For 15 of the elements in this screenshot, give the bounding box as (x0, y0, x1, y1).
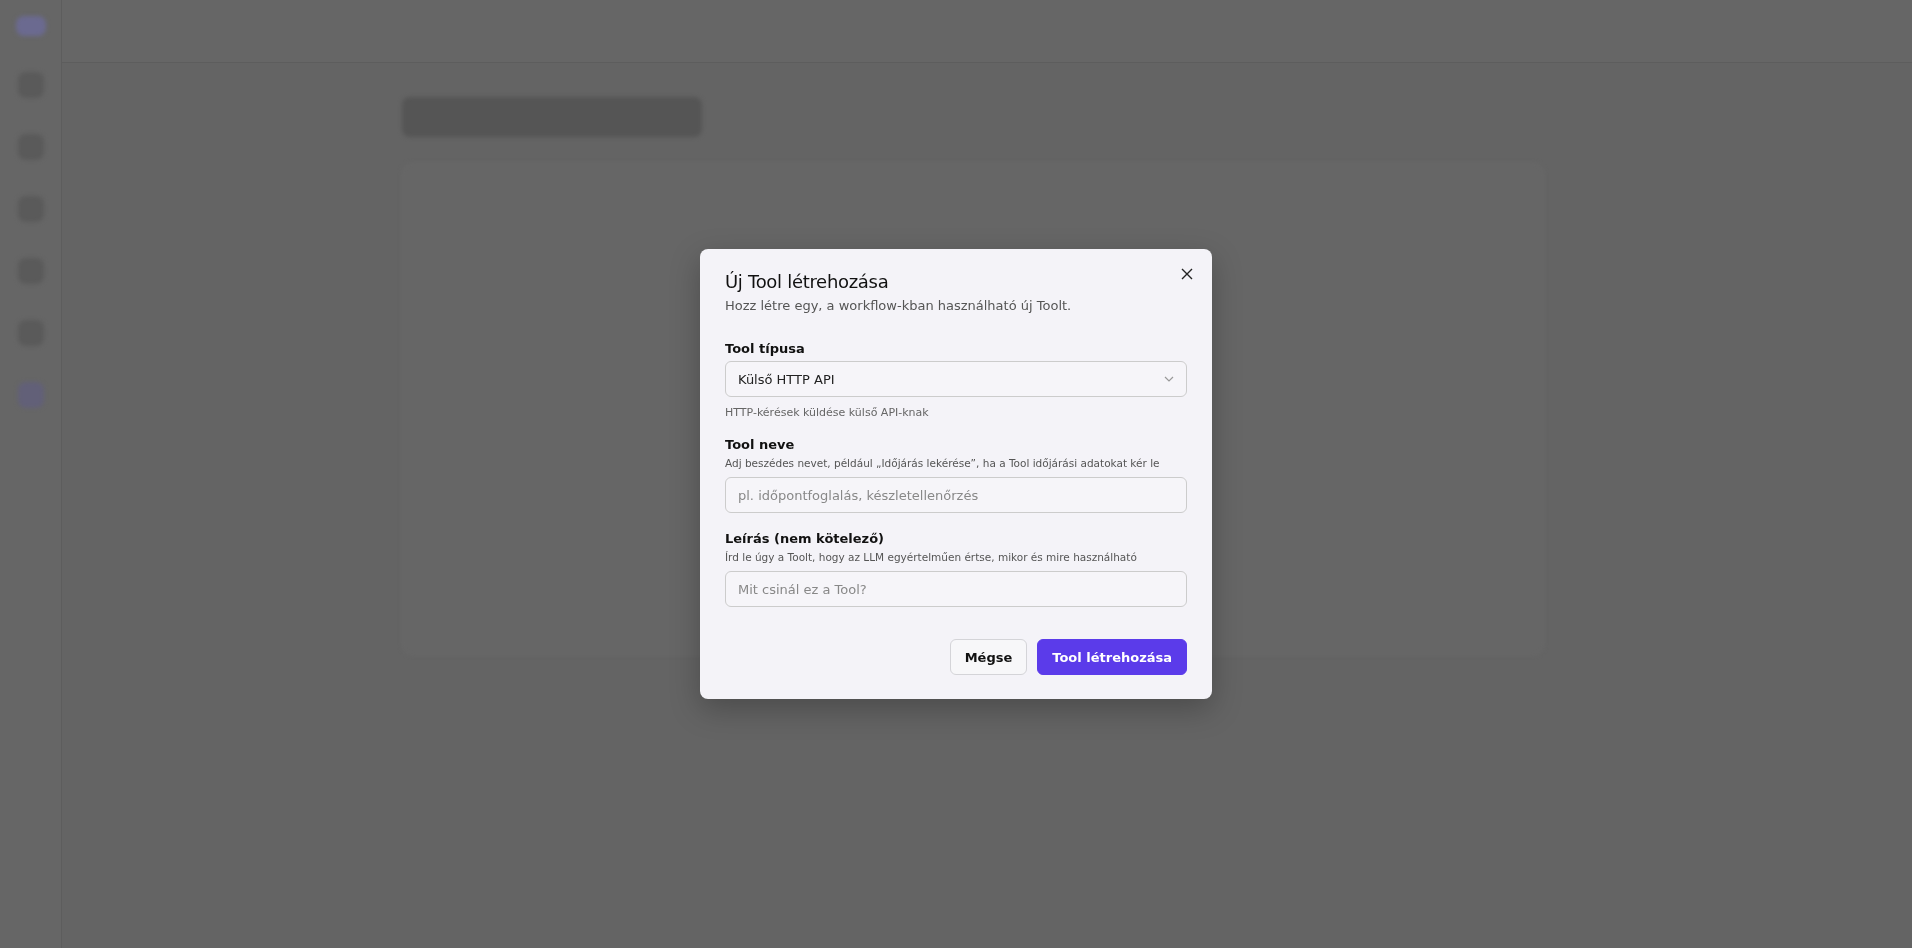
field-label: Tool típusa (725, 341, 806, 356)
field-help-text: Adj beszédes nevet, például „Időjárás lekérése”, ha a Tool időjárási adatokat kér le (725, 457, 1161, 469)
field-hint: HTTP-kérések küldése külső API-knak (725, 406, 930, 419)
chevron-down-icon (1164, 376, 1174, 382)
field-label: Tool neve (725, 437, 796, 452)
dialog-subtitle: Hozz létre egy, a workflow-kban használható új Toolt. (725, 298, 1073, 313)
input-field[interactable]: Mit csinál ez a Tool? (725, 571, 1187, 607)
input-field[interactable]: pl. időpontfoglalás, készletellenőrzés (725, 477, 1187, 513)
create-button[interactable]: Tool létrehozása (1037, 639, 1187, 675)
dialog-title: Új Tool létrehozása (725, 271, 890, 292)
close-icon (1181, 268, 1193, 280)
field-label: Leírás (nem kötelező) (725, 531, 886, 546)
type-select[interactable]: Külső HTTP API (725, 361, 1187, 397)
cancel-button[interactable]: Mégse (949, 639, 1028, 675)
field-help-text: Írd le úgy a Toolt, hogy az LLM egyértelműen értse, mikor és mire használható (725, 551, 1138, 563)
